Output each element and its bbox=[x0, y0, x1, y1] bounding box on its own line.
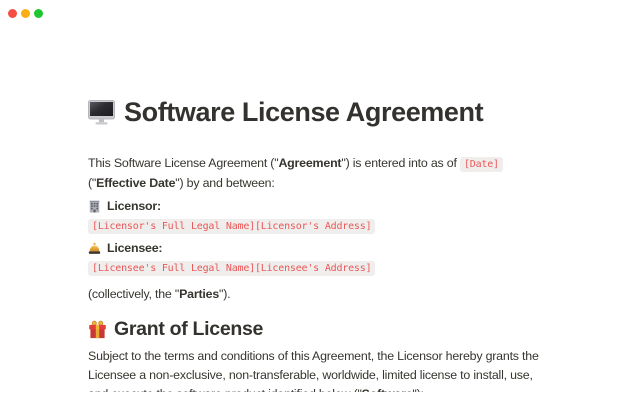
date-placeholder[interactable]: [Date] bbox=[460, 157, 503, 172]
page-title: Software License Agreement bbox=[88, 97, 552, 128]
bellhop-bell-icon bbox=[88, 242, 101, 255]
parties-line: (collectively, the "Parties"). bbox=[88, 285, 552, 304]
office-building-icon bbox=[88, 200, 101, 213]
close-button[interactable] bbox=[8, 9, 17, 18]
section-heading-text: Grant of License bbox=[114, 317, 263, 341]
window-titlebar bbox=[0, 0, 640, 26]
minimize-button[interactable] bbox=[21, 9, 30, 18]
licensee-label-text: Licensee: bbox=[107, 240, 162, 256]
licensor-label-text: Licensor: bbox=[107, 198, 161, 214]
licensee-placeholder[interactable]: [Licensee's Full Legal Name][Licensee's … bbox=[88, 261, 375, 276]
page-title-text: Software License Agreement bbox=[124, 97, 483, 128]
intro-paragraph: This Software License Agreement ("Agreem… bbox=[88, 154, 552, 193]
licensor-code-line: [Licensor's Full Legal Name][Licensor's … bbox=[88, 217, 552, 235]
licensor-placeholder[interactable]: [Licensor's Full Legal Name][Licensor's … bbox=[88, 219, 375, 234]
licensee-code-line: [Licensee's Full Legal Name][Licensee's … bbox=[88, 259, 552, 277]
zoom-button[interactable] bbox=[34, 9, 43, 18]
document-content: Software License Agreement This Software… bbox=[88, 26, 552, 392]
gift-icon bbox=[88, 320, 107, 339]
licensor-label: Licensor: bbox=[88, 198, 552, 214]
grant-paragraph: Subject to the terms and conditions of t… bbox=[88, 347, 552, 392]
licensee-label: Licensee: bbox=[88, 240, 552, 256]
desktop-computer-icon bbox=[88, 100, 115, 125]
document-window: Software License Agreement This Software… bbox=[0, 0, 640, 400]
section-heading-grant-of-license: Grant of License bbox=[88, 317, 552, 341]
